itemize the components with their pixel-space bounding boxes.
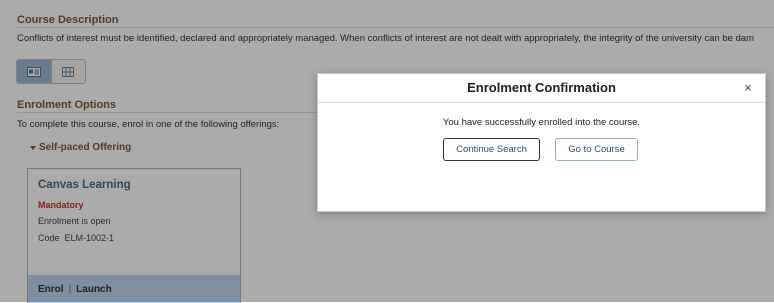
modal-title: Enrolment Confirmation bbox=[467, 80, 616, 95]
modal-header: Enrolment Confirmation × bbox=[318, 74, 765, 103]
continue-search-button[interactable]: Continue Search bbox=[443, 138, 540, 161]
close-icon[interactable]: × bbox=[741, 81, 755, 95]
go-to-course-button[interactable]: Go to Course bbox=[555, 138, 638, 161]
enrolment-confirmation-dialog: Enrolment Confirmation × You have succes… bbox=[317, 73, 766, 212]
modal-message: You have successfully enrolled into the … bbox=[442, 117, 641, 128]
